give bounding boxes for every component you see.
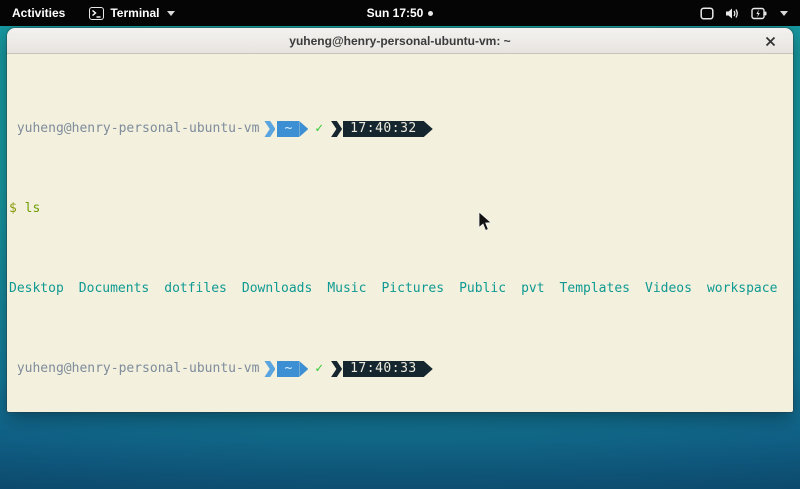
window-titlebar[interactable]: yuheng@henry-personal-ubuntu-vm: ~ <box>7 28 793 54</box>
prompt-user: yuheng@henry-personal-ubuntu-vm <box>9 121 259 137</box>
clock-button[interactable]: Sun 17:50 <box>367 6 424 20</box>
directory-name: Public <box>459 281 506 297</box>
app-menu-button[interactable]: Terminal <box>79 0 185 26</box>
directory-name: pvt <box>521 281 544 297</box>
activities-button[interactable]: Activities <box>0 0 79 26</box>
chevron-down-icon <box>780 11 788 16</box>
prompt-line-2: yuheng@henry-personal-ubuntu-vm ~ ✓ 17:4… <box>9 361 791 377</box>
prompt-time-segment: 17:40:33 <box>343 361 424 377</box>
powerline-tip-icon <box>299 361 308 377</box>
app-menu-label: Terminal <box>110 6 159 20</box>
directory-name: workspace <box>707 281 777 297</box>
prompt-cwd-segment: ~ <box>277 121 299 137</box>
system-tray[interactable] <box>700 0 800 26</box>
directory-name: Videos <box>645 281 692 297</box>
powerline-chevron-icon <box>331 121 342 137</box>
prompt-line-1: yuheng@henry-personal-ubuntu-vm ~ ✓ 17:4… <box>9 121 791 137</box>
directory-name: Templates <box>560 281 630 297</box>
prompt-time-segment: 17:40:32 <box>343 121 424 137</box>
powerline-tip-icon <box>424 121 433 137</box>
powerline-tip-icon <box>424 361 433 377</box>
powerline-chevron-icon <box>331 361 342 377</box>
command-line: $ ls <box>9 201 791 217</box>
powerline-tip-icon <box>299 121 308 137</box>
ls-output-line: Desktop Documents dotfiles Downloads Mus… <box>9 281 791 297</box>
directory-name: Documents <box>79 281 149 297</box>
command-text: ls <box>25 201 41 217</box>
directory-name: dotfiles <box>164 281 227 297</box>
powerline-chevron-icon <box>264 121 275 137</box>
terminal-pane[interactable]: yuheng@henry-personal-ubuntu-vm ~ ✓ 17:4… <box>7 54 793 412</box>
volume-icon <box>725 7 740 20</box>
close-icon <box>765 36 776 47</box>
activities-label: Activities <box>12 6 65 20</box>
window-title: yuheng@henry-personal-ubuntu-vm: ~ <box>7 34 793 48</box>
prompt-user: yuheng@henry-personal-ubuntu-vm <box>9 361 259 377</box>
directory-name: Downloads <box>242 281 312 297</box>
screen-icon <box>700 7 714 20</box>
status-check-icon: ✓ <box>315 121 323 137</box>
prompt-char: $ <box>9 201 17 217</box>
terminal-window: yuheng@henry-personal-ubuntu-vm: ~ yuhen… <box>7 28 793 412</box>
directory-name: Desktop <box>9 281 64 297</box>
terminal-icon <box>89 7 104 20</box>
directory-name: Music <box>327 281 366 297</box>
top-bar: Activities Terminal Sun 17:50 <box>0 0 800 26</box>
dropdown-caret-icon <box>167 11 175 16</box>
directory-name: Pictures <box>381 281 444 297</box>
notification-dot <box>428 11 433 16</box>
powerline-chevron-icon <box>264 361 275 377</box>
close-button[interactable] <box>760 28 780 54</box>
status-check-icon: ✓ <box>315 361 323 377</box>
prompt-cwd-segment: ~ <box>277 361 299 377</box>
battery-charging-icon <box>751 7 767 20</box>
